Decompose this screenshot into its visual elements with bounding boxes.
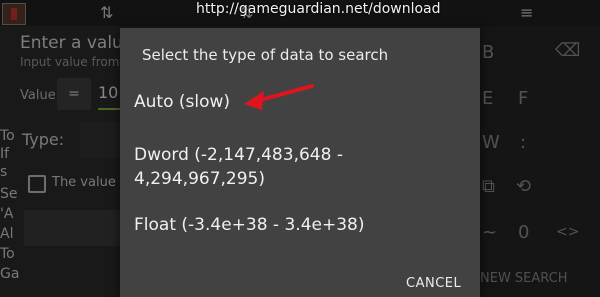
option-auto[interactable]: Auto (slow): [134, 90, 230, 114]
option-float[interactable]: Float (-3.4e+38 - 3.4e+38): [134, 213, 364, 237]
red-arrow-annotation: [244, 84, 314, 110]
cancel-button[interactable]: CANCEL: [406, 276, 461, 291]
option-dword[interactable]: Dword (-2,147,483,648 - 4,294,967,295): [134, 143, 454, 191]
url-watermark: http://gameguardian.net/download: [196, 1, 441, 17]
dialog-title: Select the type of data to search: [142, 46, 389, 64]
